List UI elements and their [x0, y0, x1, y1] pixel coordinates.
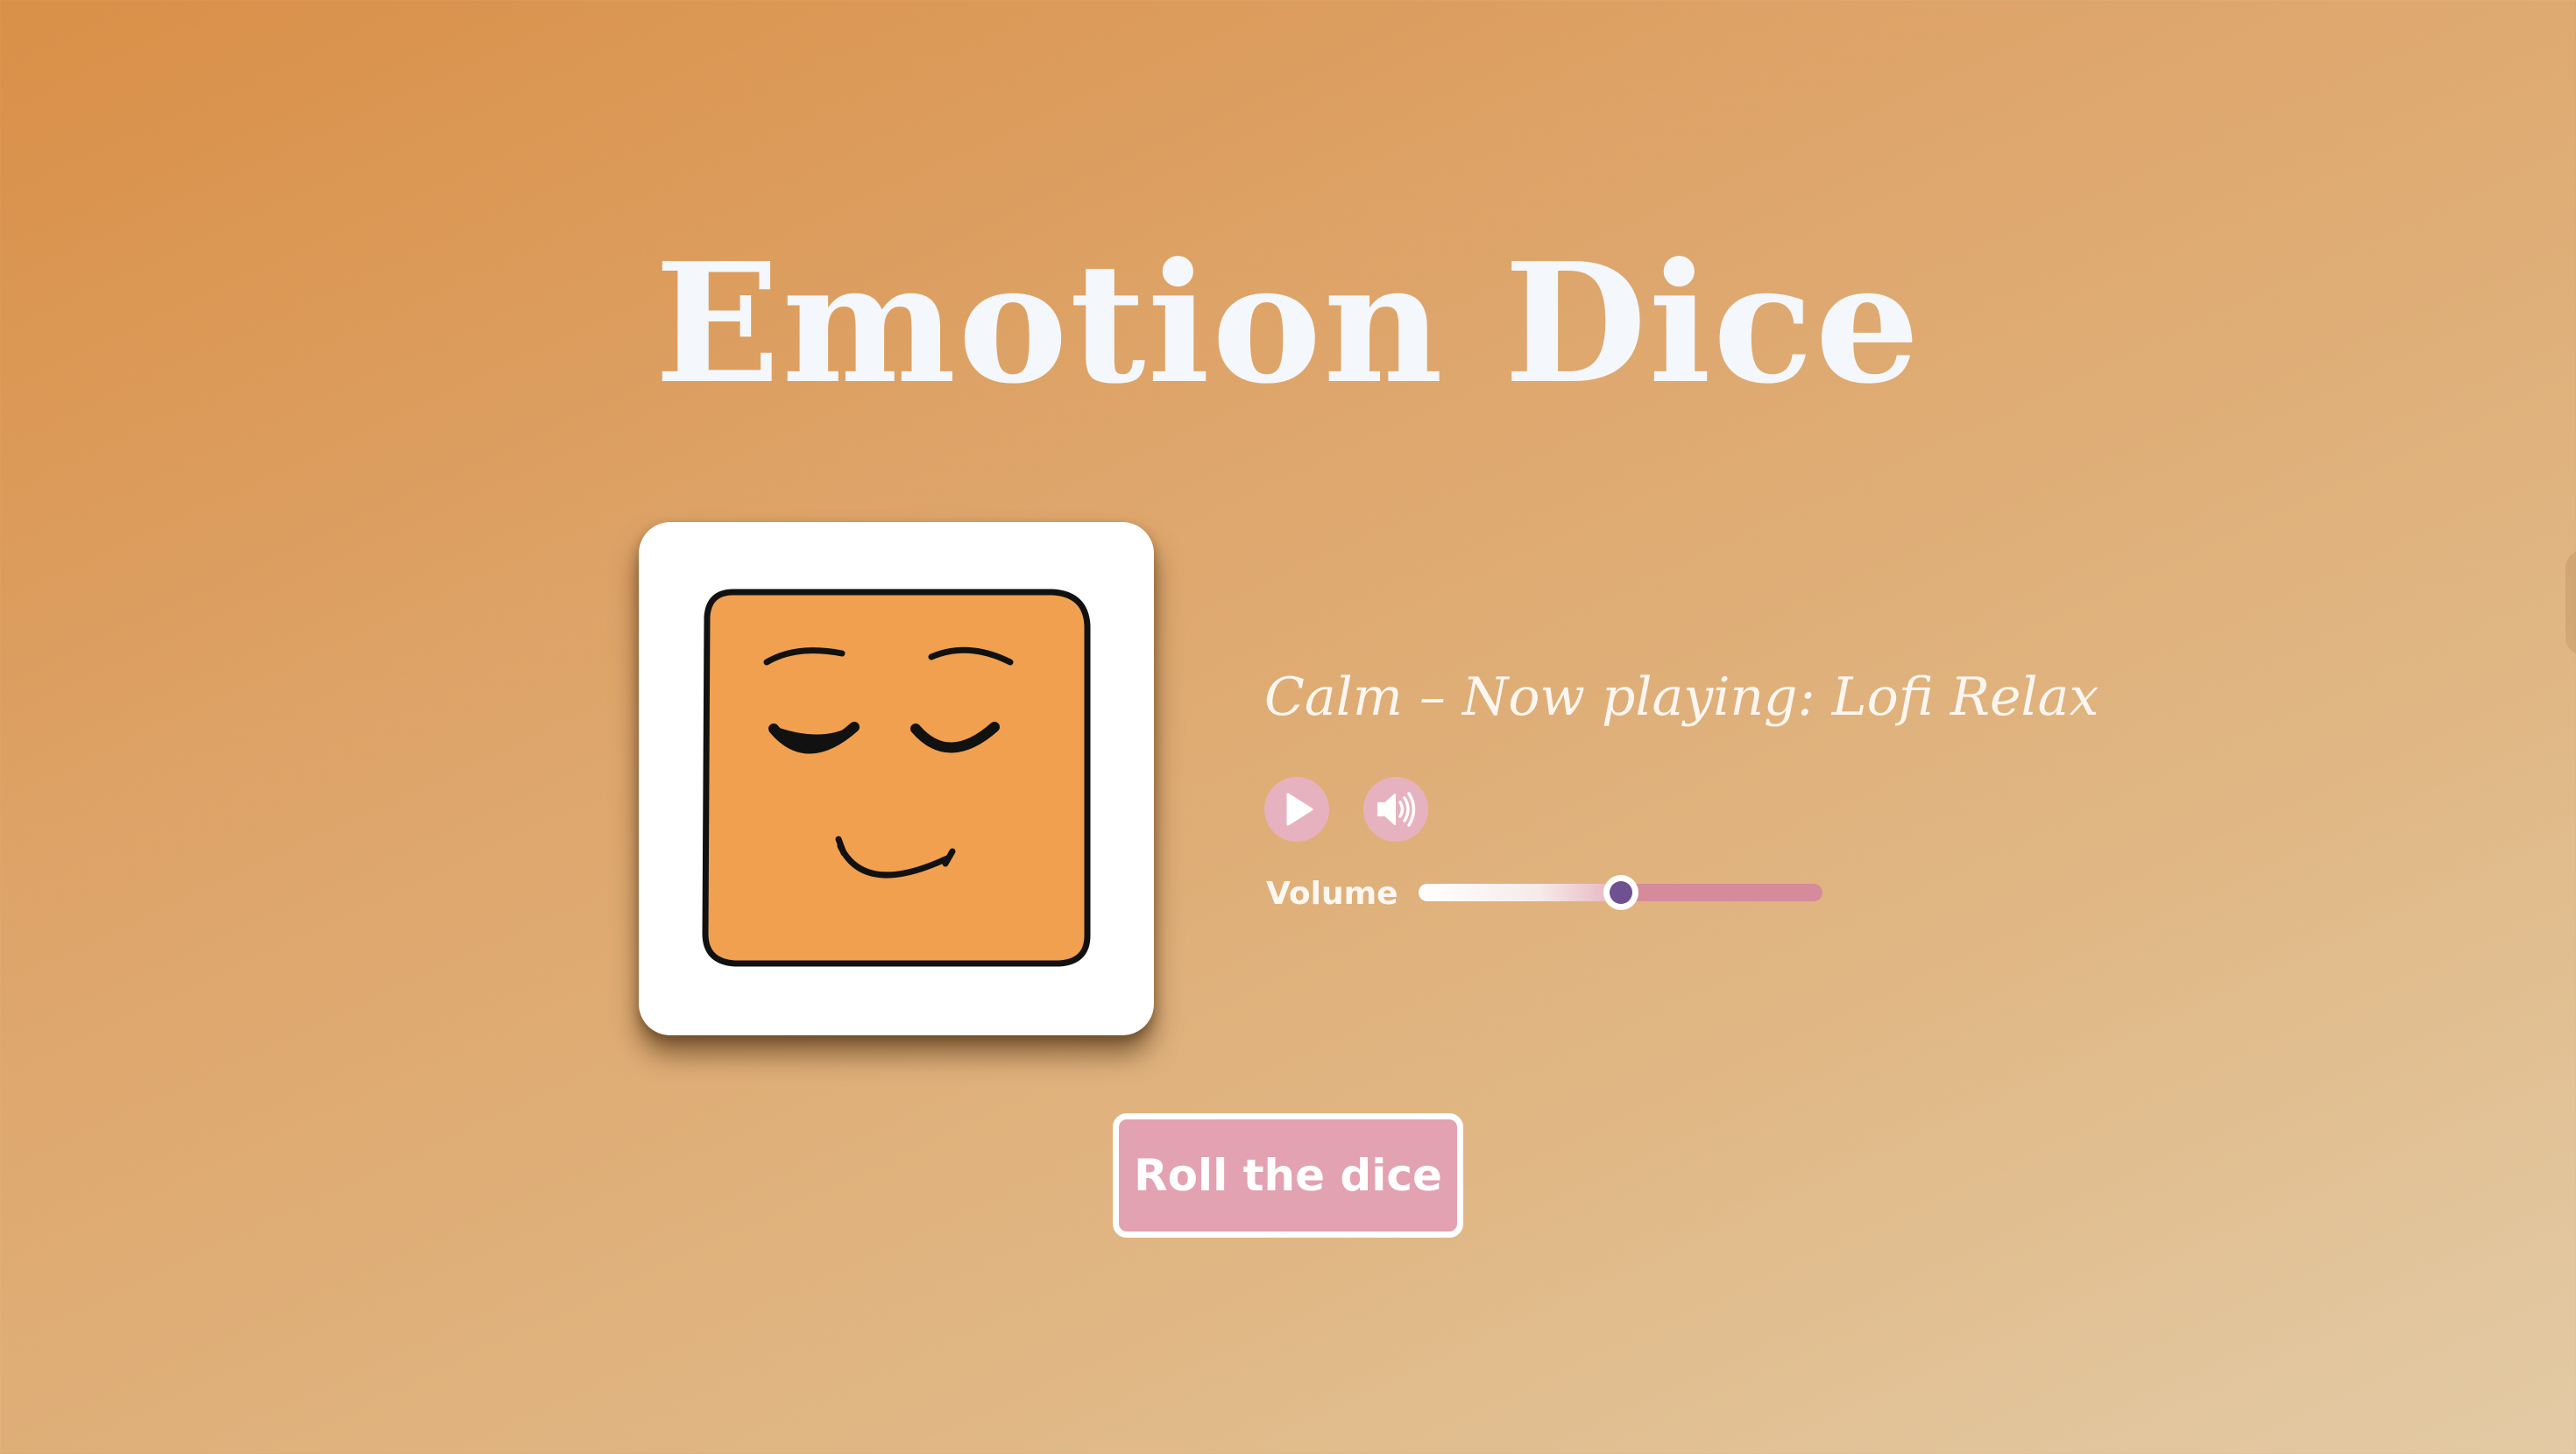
speaker-icon [1377, 792, 1416, 827]
side-handle [2565, 550, 2576, 655]
volume-slider-fill [1419, 884, 1621, 901]
calm-face-icon [702, 589, 1091, 967]
play-button[interactable] [1264, 777, 1329, 842]
play-icon [1286, 793, 1313, 826]
now-playing-status: Calm – Now playing: Lofi Relax [1264, 667, 2099, 728]
volume-toggle-button[interactable] [1363, 777, 1428, 842]
roll-dice-button[interactable]: Roll the dice [1113, 1113, 1463, 1238]
volume-slider-thumb[interactable] [1603, 875, 1638, 910]
volume-slider[interactable] [1419, 875, 1822, 910]
dice-card [639, 522, 1154, 1035]
volume-label: Volume [1266, 876, 1398, 912]
page-title: Emotion Dice [655, 227, 1921, 420]
